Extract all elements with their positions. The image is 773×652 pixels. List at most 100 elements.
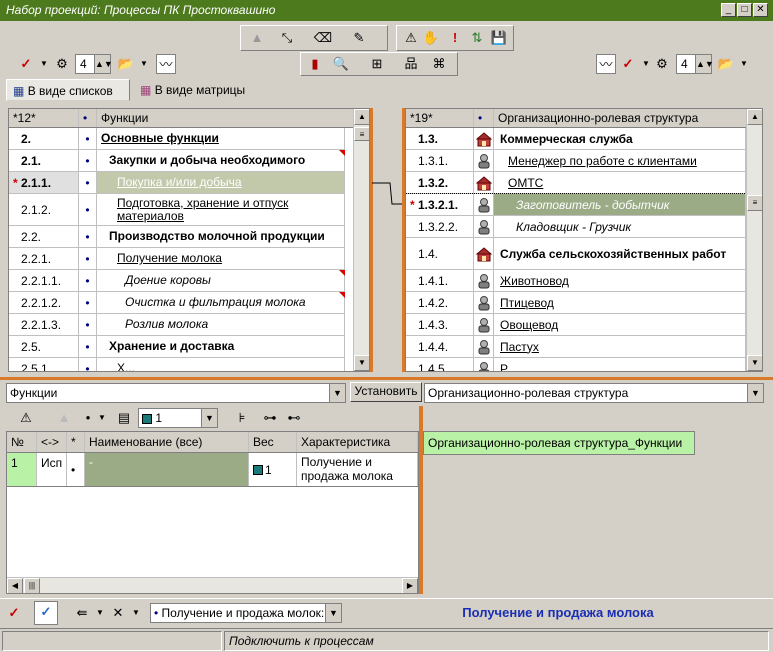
sort-icon[interactable]: ⇅ (467, 28, 487, 48)
right-level-spinner[interactable]: 4 ▲▼ (676, 54, 714, 74)
scroll-thumb[interactable]: ||| (24, 578, 40, 593)
chevron-down-icon[interactable]: ▼ (201, 409, 217, 427)
header-name[interactable]: Организационно-ролевая структура (494, 109, 748, 127)
list-item[interactable]: 1.4. Служба сельскохозяйственных работ (406, 238, 746, 270)
list-item[interactable]: * 1.3.2.1. Заготовитель - добытчик (406, 193, 747, 217)
spinner-arrows-icon[interactable]: ▲▼ (695, 55, 714, 73)
list-item[interactable]: 2.2.1. • Получение молока (9, 248, 345, 270)
relation-label[interactable]: Организационно-ролевая структура_Функции (423, 431, 695, 455)
header-num[interactable]: *19* (406, 109, 474, 127)
header-dot[interactable]: • (474, 109, 494, 127)
door-icon[interactable]: ▮ (305, 54, 325, 74)
check-icon[interactable]: ✓ (618, 54, 638, 74)
list-item[interactable]: 1.3. Коммерческая служба (406, 128, 746, 150)
scroll-right-icon[interactable]: ▶ (402, 578, 418, 593)
col-no[interactable]: № (7, 432, 37, 452)
scroll-up-icon[interactable]: ▲ (354, 109, 369, 125)
scroll-thumb[interactable]: ≡ (747, 195, 762, 211)
header-name[interactable]: Функции (97, 109, 355, 127)
filter-icon[interactable]: ⚙ (652, 54, 672, 74)
horizontal-scrollbar[interactable]: ◀ ||| ▶ (7, 577, 418, 593)
filter-icon[interactable]: ⚙ (52, 54, 72, 74)
list-item[interactable]: 2. • Основные функции (9, 128, 345, 150)
left-projection-combo[interactable]: Функции ▼ (6, 383, 346, 403)
level-combo[interactable]: 1 ▼ (138, 408, 218, 428)
preview-icon[interactable]: 🔍 (331, 54, 351, 74)
org-chart-icon[interactable]: 品 (401, 54, 421, 74)
col-name[interactable]: Наименование (все) (85, 432, 249, 452)
list-arrow-icon[interactable]: ⇚ (72, 603, 92, 623)
edit-doc-icon[interactable]: ✎ (349, 28, 369, 48)
collapse-icon[interactable]: ⊷ (284, 408, 304, 428)
vertical-scrollbar[interactable]: ▲ ≡ ▼ (353, 109, 369, 371)
list-item[interactable]: 1.4.4. Пастух (406, 336, 746, 358)
scroll-up-icon[interactable]: ▲ (747, 109, 762, 125)
dropdown-arrow-icon[interactable]: ▼ (734, 54, 754, 74)
hand-icon[interactable]: ✋ (421, 28, 441, 48)
list-item[interactable]: 1.4.1. Животновод (406, 270, 746, 292)
minimize-button[interactable]: _ (721, 3, 736, 17)
list-item[interactable]: 2.5.1. • Х... (9, 358, 345, 371)
process-combo[interactable]: • Получение и продажа молок: ▼ (150, 603, 342, 623)
list-item[interactable]: 1.3.1. Менеджер по работе с клиентами (406, 150, 746, 172)
spinner-arrows-icon[interactable]: ▲▼ (94, 55, 113, 73)
arrow-up-icon[interactable]: ▲ (54, 408, 74, 428)
check-icon[interactable]: ✓ (16, 54, 36, 74)
dropdown-arrow-icon[interactable]: ▼ (126, 603, 146, 623)
list-item[interactable]: 2.2. • Производство молочной продукции (9, 226, 345, 248)
warning-icon[interactable]: ⚠ (16, 408, 36, 428)
tab-matrix-view[interactable]: ▦ В виде матрицы (134, 79, 264, 101)
dropdown-arrow-icon[interactable]: ▼ (90, 603, 110, 623)
exclamation-icon[interactable]: ! (445, 28, 465, 48)
open-folder-icon[interactable]: 📂 (116, 54, 136, 74)
warning-icon[interactable]: ⚠ (401, 28, 421, 48)
list-item[interactable]: 2.2.1.2. • Очистка и фильтрация молока (9, 292, 345, 314)
col-char[interactable]: Характеристика (297, 432, 418, 452)
scroll-left-icon[interactable]: ◀ (7, 578, 23, 593)
list-item[interactable]: 2.5. • Хранение и доставка (9, 336, 345, 358)
network-icon[interactable]: ⌘ (429, 54, 449, 74)
eraser-icon[interactable]: ⌫ (313, 28, 333, 48)
header-dot[interactable]: • (79, 109, 97, 127)
pane-divider[interactable] (0, 377, 773, 380)
list-item[interactable]: 1.4.5. Р... (406, 358, 746, 371)
dropdown-arrow-icon[interactable]: ▼ (134, 54, 154, 74)
col-star[interactable]: * (67, 432, 85, 452)
expand-icon[interactable]: ⊶ (260, 408, 280, 428)
scroll-thumb[interactable]: ≡ (354, 127, 369, 141)
hierarchy-icon[interactable]: ⊞ (367, 54, 387, 74)
grid-icon[interactable]: ▤ (114, 408, 134, 428)
chevron-down-icon[interactable]: ▼ (329, 384, 345, 402)
set-button[interactable]: Установить (350, 382, 422, 402)
col-dir[interactable]: <-> (37, 432, 67, 452)
right-projection-combo[interactable]: Организационно-ролевая структура ▼ (424, 383, 764, 403)
dropdown-arrow-icon[interactable]: ▼ (92, 408, 112, 428)
list-item[interactable]: 2.1.2. • Подготовка, хранение и отпуск мат… (9, 194, 345, 226)
check-blue-icon[interactable]: ✓ (34, 601, 58, 625)
tree-icon[interactable]: ⊧ (232, 408, 252, 428)
list-item[interactable]: 2.2.1.3. • Розлив молока (9, 314, 345, 336)
vertical-scrollbar[interactable]: ▲ ≡ ▼ (746, 109, 762, 371)
list-item[interactable]: 1.3.2.2. Кладовщик - Грузчик (406, 216, 746, 238)
list-item[interactable]: 1.4.3. Овощевод (406, 314, 746, 336)
close-button[interactable]: ✕ (753, 3, 768, 17)
check-icon[interactable]: ✓ (4, 603, 24, 623)
dropdown-arrow-icon[interactable]: ▼ (34, 54, 54, 74)
delete-icon[interactable]: ✕ (108, 603, 128, 623)
connector-icon[interactable]: ⤡ (277, 28, 297, 48)
open-folder-icon[interactable]: 📂 (716, 54, 736, 74)
table-row[interactable]: 1 Исп • - 1 Получение и продажа молока (7, 453, 418, 487)
left-level-spinner[interactable]: 4 ▲▼ (75, 54, 113, 74)
header-num[interactable]: *12* (9, 109, 79, 127)
col-weight[interactable]: Вес (249, 432, 297, 452)
chevron-down-icon[interactable]: ▼ (325, 604, 341, 622)
scroll-down-icon[interactable]: ▼ (747, 355, 762, 371)
list-item[interactable]: 1.4.2. Птицевод (406, 292, 746, 314)
maximize-button[interactable]: □ (737, 3, 752, 17)
list-item[interactable]: * 2.1.1. • Покупка и/или добыча (9, 172, 345, 194)
list-item[interactable]: 1.3.2. ОМТС (406, 172, 746, 194)
tab-list-view[interactable]: ▦ В виде списков (6, 79, 130, 101)
chart-line-icon[interactable]: 〰 (156, 54, 176, 74)
chevron-down-icon[interactable]: ▼ (747, 384, 763, 402)
list-item[interactable]: 2.2.1.1. • Доение коровы (9, 270, 345, 292)
